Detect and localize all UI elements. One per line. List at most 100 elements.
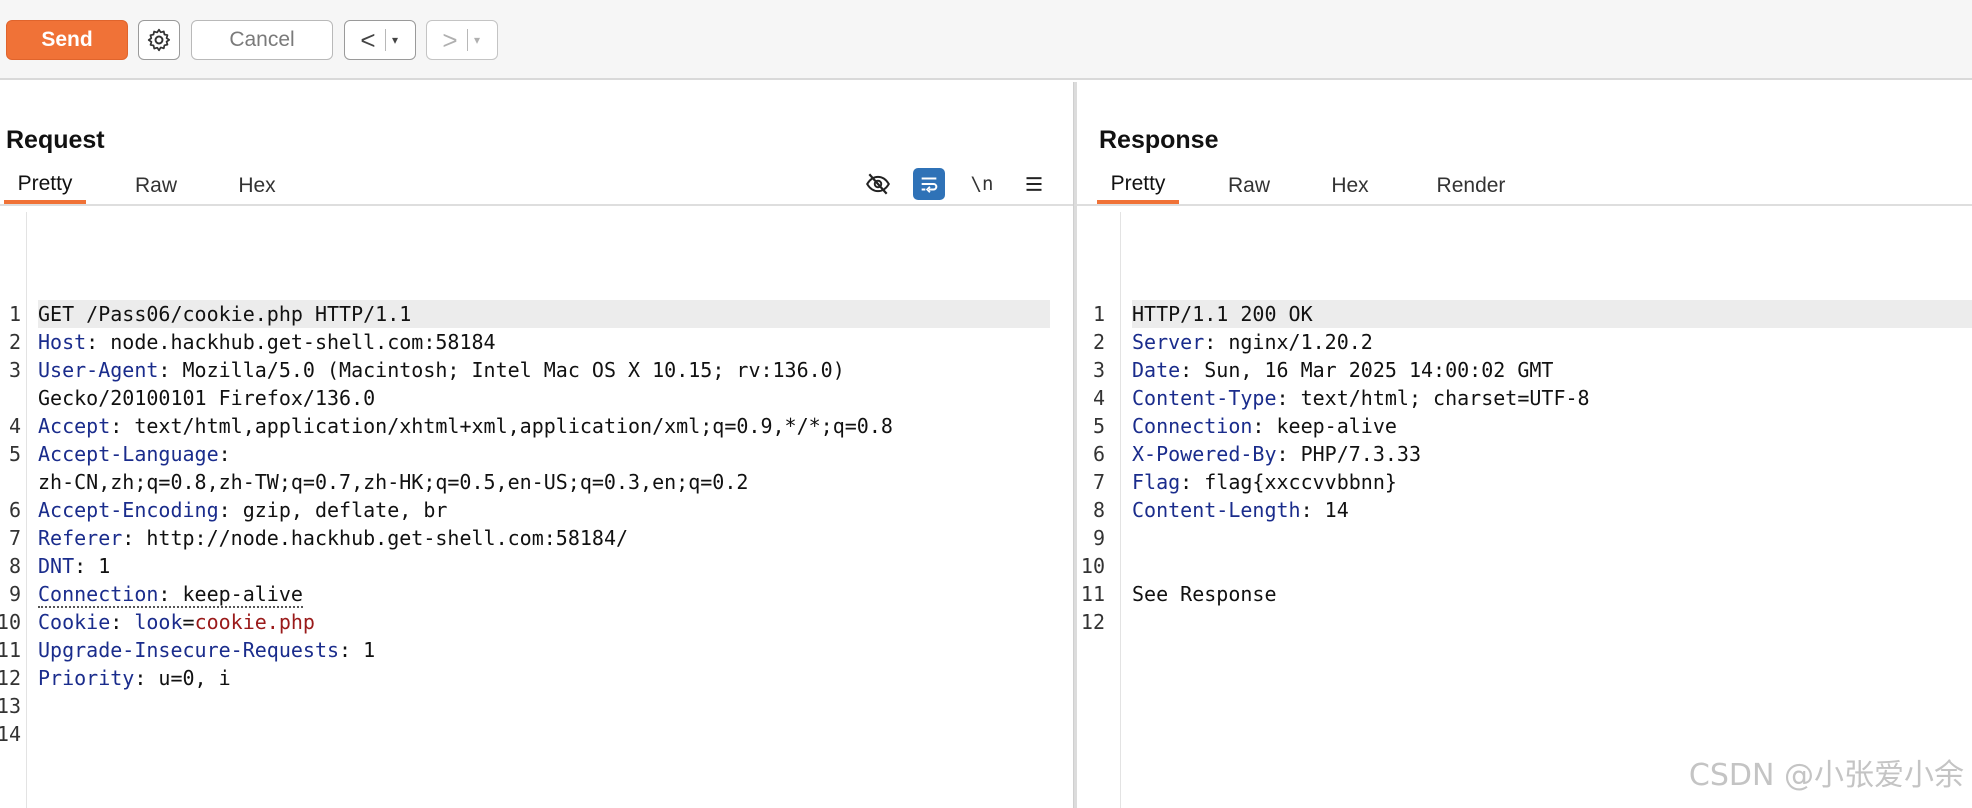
response-editor[interactable]: 1 2 3 4 5 6 7 8 9 10 11 12 HTTP/1.1 200 OK Server: …	[1077, 212, 1972, 808]
header-value: keep-alive	[170, 582, 303, 606]
header-key: Cookie	[38, 610, 111, 634]
line-number: 12	[0, 666, 21, 690]
newline-toggle-icon[interactable]: \n	[966, 168, 998, 200]
cancel-button[interactable]: Cancel	[191, 20, 333, 60]
request-editor[interactable]: 1 2 3 4 5 6 7 8 9 10 11 12 13 14 GET /Pass06/cookie.p…	[0, 212, 1073, 808]
header-value: u=0, i	[146, 666, 231, 690]
hide-icon[interactable]	[862, 168, 894, 200]
tab-render[interactable]: Render	[1417, 168, 1525, 204]
chevron-down-icon[interactable]: ▾	[474, 33, 480, 47]
header-value: Sun, 16 Mar 2025 14:00:02 GMT	[1192, 358, 1554, 382]
header-value: keep-alive	[1264, 414, 1397, 438]
tab-pretty[interactable]: Pretty	[1097, 168, 1179, 204]
forward-button[interactable]: > ▾	[426, 20, 498, 60]
header-key: Flag	[1132, 470, 1181, 494]
header-value: 14	[1312, 498, 1349, 522]
header-value: text/html; charset=UTF-8	[1288, 386, 1590, 410]
toolbar: Send Cancel < ▾ > ▾	[0, 0, 1972, 80]
request-tool-icons: \n	[0, 168, 1073, 200]
code-line: Accept: text/html,application/xhtml+xml,…	[38, 412, 1050, 440]
header-key: Content-Length	[1132, 498, 1301, 522]
line-number: 10	[1080, 554, 1105, 578]
chevron-down-icon[interactable]: ▾	[392, 33, 398, 47]
header-key: Connection	[1132, 414, 1253, 438]
line-number: 8	[1092, 498, 1105, 522]
back-button[interactable]: < ▾	[344, 20, 416, 60]
header-value: http://node.hackhub.get-shell.com:58184/	[134, 526, 629, 550]
response-gutter: 1 2 3 4 5 6 7 8 9 10 11 12	[1077, 212, 1121, 808]
request-code[interactable]: GET /Pass06/cookie.php HTTP/1.1 Host: no…	[38, 300, 1050, 748]
code-line: HTTP/1.1 200 OK	[1132, 300, 1972, 328]
line-number: 7	[1092, 470, 1105, 494]
line-number: 2	[8, 330, 21, 354]
settings-button[interactable]	[138, 20, 180, 60]
code-line: Priority: u=0, i	[38, 664, 1050, 692]
header-value: gzip, deflate, br	[230, 498, 448, 522]
word-wrap-icon[interactable]	[913, 168, 945, 200]
header-value: 1	[86, 554, 111, 578]
header-value: zh-CN,zh;q=0.8,zh-TW;q=0.7,zh-HK;q=0.5,e…	[38, 470, 749, 494]
header-key: Priority	[38, 666, 135, 690]
watermark: CSDN @小张爱小余	[1688, 758, 1964, 793]
code-line: User-Agent: Mozilla/5.0 (Macintosh; Inte…	[38, 356, 1050, 384]
header-value: text/html,application/xhtml+xml,applicat…	[122, 414, 893, 438]
header-colon: :	[110, 414, 123, 438]
line-number: 9	[8, 582, 21, 606]
gear-icon	[147, 28, 171, 52]
cookie-equals: =	[182, 610, 195, 634]
response-body-text: See Response	[1132, 582, 1277, 606]
header-value: 1	[351, 638, 376, 662]
nav-separator	[385, 29, 386, 51]
line-number: 11	[1080, 582, 1105, 606]
header-key: Accept-Language	[38, 442, 219, 466]
code-line: Referer: http://node.hackhub.get-shell.c…	[38, 524, 1050, 552]
header-value: node.hackhub.get-shell.com:58184	[98, 330, 496, 354]
send-button[interactable]: Send	[6, 20, 128, 60]
code-line: X-Powered-By: PHP/7.3.33	[1132, 440, 1972, 468]
code-line: Connection: keep-alive	[1132, 412, 1972, 440]
header-colon: :	[122, 526, 135, 550]
tab-hex[interactable]: Hex	[1315, 168, 1385, 204]
header-key: Date	[1132, 358, 1181, 382]
request-title: Request	[6, 126, 105, 154]
header-key: Referer	[38, 526, 123, 550]
header-value: flag{xxccvvbbnn}	[1192, 470, 1397, 494]
line-number: 12	[1080, 610, 1105, 634]
code-line: Date: Sun, 16 Mar 2025 14:00:02 GMT	[1132, 356, 1972, 384]
line-number: 1	[8, 302, 21, 326]
request-gutter: 1 2 3 4 5 6 7 8 9 10 11 12 13 14	[0, 212, 27, 808]
code-line: Host: node.hackhub.get-shell.com:58184	[38, 328, 1050, 356]
code-line-wrap: zh-CN,zh;q=0.8,zh-TW;q=0.7,zh-HK;q=0.5,e…	[38, 468, 1050, 496]
line-number: 5	[8, 442, 21, 466]
code-line: Accept-Encoding: gzip, deflate, br	[38, 496, 1050, 524]
header-key: Accept-Encoding	[38, 498, 219, 522]
header-colon: :	[1180, 358, 1193, 382]
request-line-text: GET /Pass06/cookie.php HTTP/1.1	[38, 302, 412, 326]
response-code[interactable]: HTTP/1.1 200 OK Server: nginx/1.20.2 Dat…	[1132, 300, 1972, 636]
header-colon: :	[218, 498, 231, 522]
header-colon: :	[1252, 414, 1265, 438]
tab-raw[interactable]: Raw	[1211, 168, 1287, 204]
code-line-wrap: Gecko/20100101 Firefox/136.0	[38, 384, 1050, 412]
status-line-text: HTTP/1.1 200 OK	[1132, 302, 1313, 326]
response-tabs: Pretty Raw Hex Render	[1077, 164, 1972, 206]
header-value: PHP/7.3.33	[1288, 442, 1421, 466]
request-panel: Request Pretty Raw Hex \n 1 2 3 4 5 6 7 …	[0, 82, 1073, 808]
cookie-value: cookie.php	[194, 610, 315, 634]
header-colon: :	[1180, 470, 1193, 494]
menu-icon[interactable]	[1018, 168, 1050, 200]
code-line: Content-Type: text/html; charset=UTF-8	[1132, 384, 1972, 412]
response-title: Response	[1099, 126, 1219, 154]
line-number	[0, 468, 27, 496]
header-colon: :	[1204, 330, 1217, 354]
code-line: Accept-Language:	[38, 440, 1050, 468]
header-colon: :	[134, 666, 147, 690]
line-number: 6	[8, 498, 21, 522]
code-line: DNT: 1	[38, 552, 1050, 580]
chevron-left-icon: <	[360, 25, 376, 55]
header-value: Mozilla/5.0 (Macintosh; Intel Mac OS X 1…	[170, 358, 845, 382]
